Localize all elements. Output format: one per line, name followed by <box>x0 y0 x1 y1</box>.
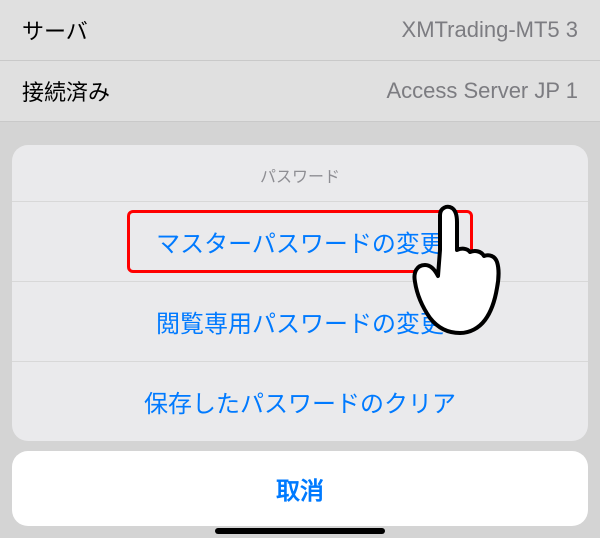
option-label: マスターパスワードの変更 <box>156 231 444 258</box>
option-label: 閲覧専用パスワードの変更 <box>156 311 444 338</box>
action-sheet-group: パスワード マスターパスワードの変更 閲覧専用パスワードの変更 保存したパスワー… <box>12 145 588 441</box>
option-change-readonly-password[interactable]: 閲覧専用パスワードの変更 <box>12 282 588 362</box>
home-indicator[interactable] <box>215 528 385 534</box>
password-action-sheet: パスワード マスターパスワードの変更 閲覧専用パスワードの変更 保存したパスワー… <box>12 145 588 526</box>
cancel-label: 取消 <box>276 478 324 505</box>
option-clear-saved-passwords[interactable]: 保存したパスワードのクリア <box>12 362 588 441</box>
cancel-button[interactable]: 取消 <box>12 451 588 526</box>
option-change-master-password[interactable]: マスターパスワードの変更 <box>12 202 588 282</box>
action-sheet-title: パスワード <box>12 145 588 202</box>
option-label: 保存したパスワードのクリア <box>144 391 456 418</box>
